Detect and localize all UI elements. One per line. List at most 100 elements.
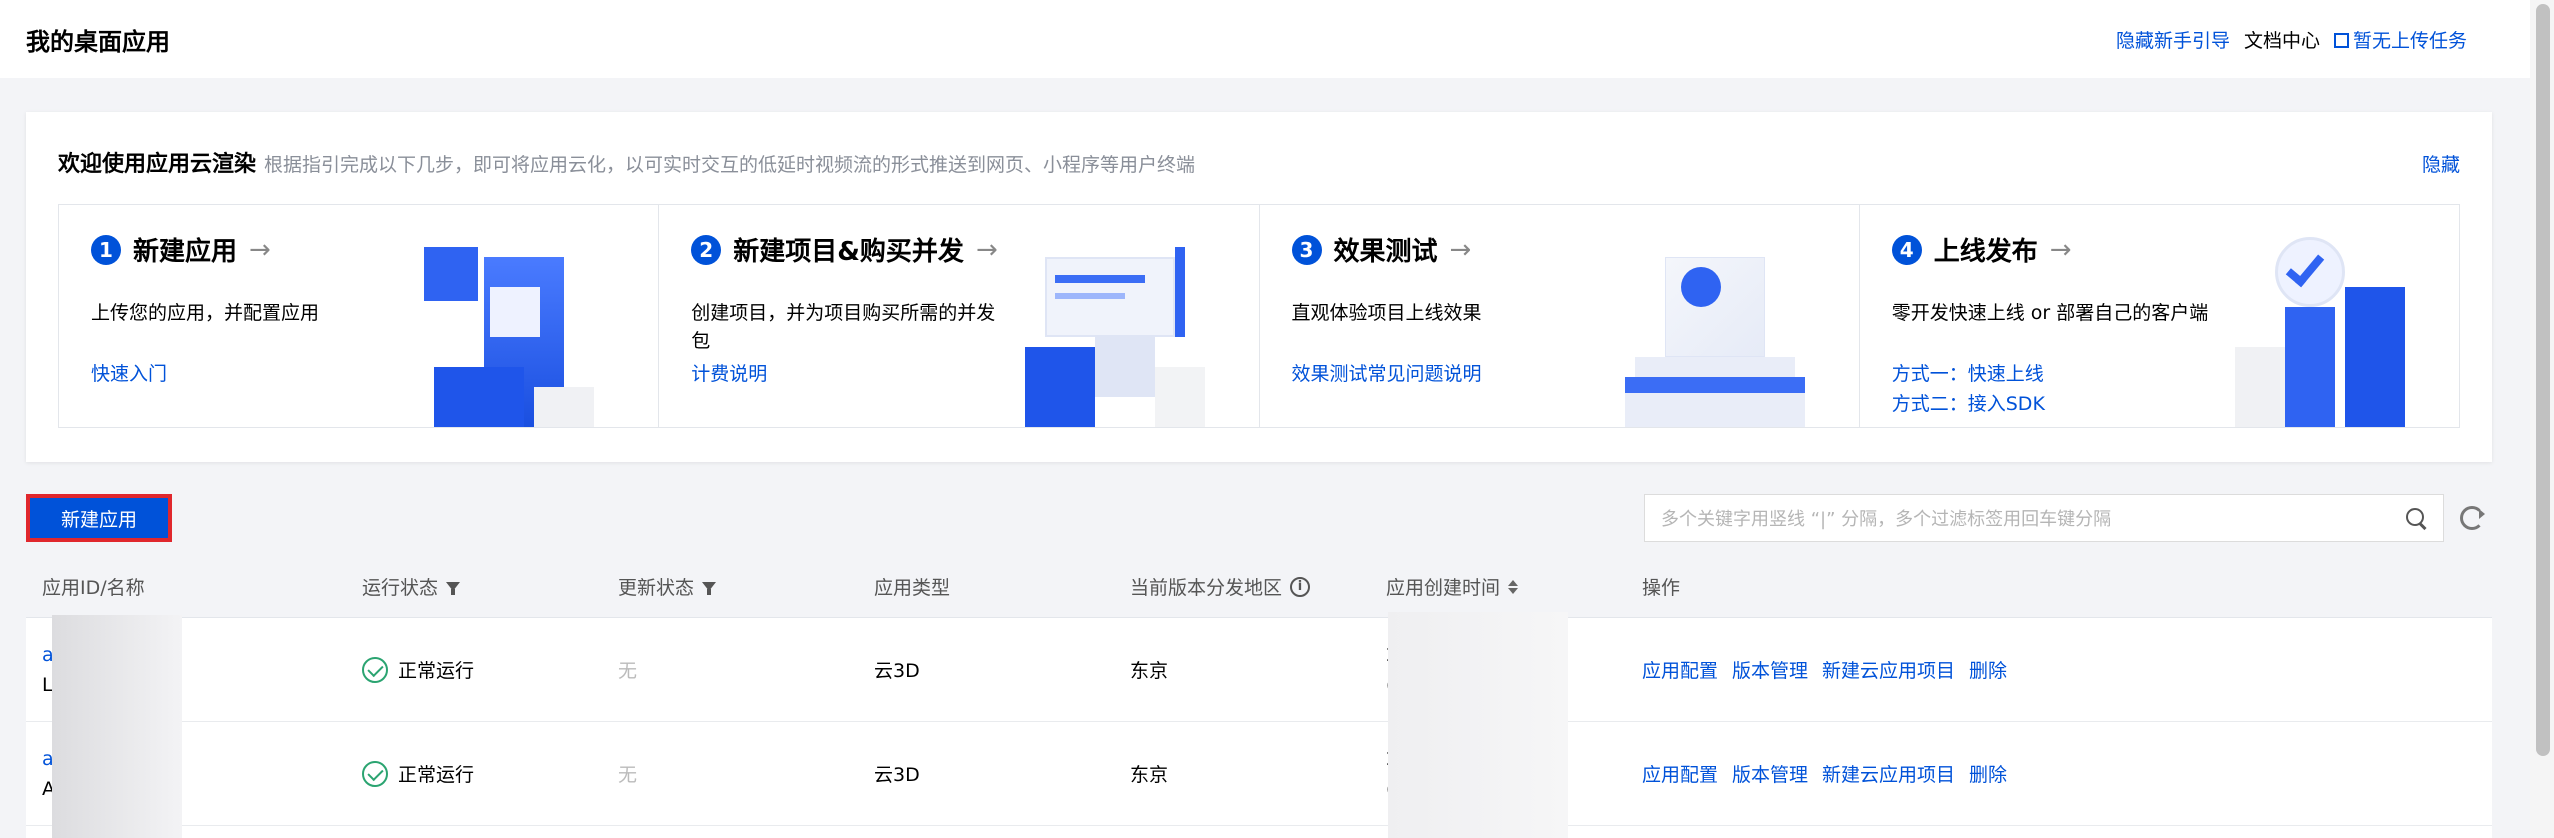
run-status-cell: 正常运行 (346, 760, 602, 787)
top-bar: 我的桌面应用 隐藏新手引导 文档中心 暂无上传任务 (0, 0, 2530, 78)
guide-title: 欢迎使用应用云渲染 (58, 152, 257, 177)
step-heading: 4 上线发布 → (1891, 231, 2072, 268)
sdk-link[interactable]: 方式二：接入SDK (1892, 389, 2045, 416)
step-number: 4 (1891, 234, 1922, 265)
docs-link[interactable]: 文档中心 (2244, 26, 2320, 53)
step-description: 上传您的应用，并配置应用 (91, 302, 320, 324)
app-id-cell: a L (26, 614, 346, 775)
actions-cell: 应用配置 版本管理 新建云应用项目 删除 (1626, 760, 2492, 787)
hide-guide-link[interactable]: 隐藏新手引导 (2116, 26, 2230, 53)
table-header: 应用ID/名称 运行状态 更新状态 应用类型 当前版本分发地区 i 应用创建时间 … (26, 556, 2492, 618)
run-status: 正常运行 (398, 660, 475, 682)
step-description: 零开发快速上线 or 部署自己的客户端 (1891, 302, 2209, 324)
arrow-right-icon: → (249, 234, 271, 265)
run-status-cell: 正常运行 (346, 656, 602, 683)
run-status: 正常运行 (398, 764, 475, 786)
step-title: 新建应用 (133, 237, 238, 267)
quick-start-link[interactable]: 快速入门 (91, 359, 167, 386)
page-title: 我的桌面应用 (26, 27, 170, 56)
step-title: 上线发布 (1933, 237, 2038, 267)
guide-step-4: 4 上线发布 → 零开发快速上线 or 部署自己的客户端 方式一：快速上线 方式… (1860, 205, 2459, 427)
create-app-button[interactable]: 新建应用 (26, 494, 172, 542)
col-label: 当前版本分发地区 (1130, 577, 1283, 599)
new-cloud-project-link[interactable]: 新建云应用项目 (1822, 760, 1955, 787)
app-type-cell: 云3D (874, 660, 920, 682)
redaction-mask (1388, 701, 1568, 838)
update-status-cell: 无 (618, 660, 638, 682)
step-number: 2 (691, 234, 722, 265)
search-box[interactable]: 多个关键字用竖线 “|” 分隔，多个过滤标签用回车键分隔 (1644, 494, 2444, 542)
update-status-cell: 无 (618, 764, 638, 786)
upload-tasks-label: 暂无上传任务 (2352, 29, 2467, 52)
step-number: 3 (1291, 234, 1322, 265)
col-label: 运行状态 (362, 577, 439, 599)
app-name: L (42, 673, 53, 696)
col-label: 应用类型 (874, 577, 951, 599)
guide-steps: 1 新建应用 → 上传您的应用，并配置应用 快速入门 2 新建项目&购买并发 →… (58, 204, 2460, 428)
step-heading: 3 效果测试 → (1291, 231, 1472, 268)
delete-link[interactable]: 删除 (1969, 656, 2007, 683)
scrollbar[interactable] (2530, 0, 2554, 838)
header-actions: 隐藏新手引导 文档中心 暂无上传任务 (2116, 26, 2467, 53)
step-heading: 1 新建应用 → (91, 231, 271, 268)
version-manage-link[interactable]: 版本管理 (1732, 656, 1808, 683)
col-label: 应用ID/名称 (42, 577, 145, 599)
app-config-link[interactable]: 应用配置 (1642, 760, 1718, 787)
step-number: 1 (91, 234, 121, 265)
apps-table: 应用ID/名称 运行状态 更新状态 应用类型 当前版本分发地区 i 应用创建时间 … (26, 556, 2492, 838)
refresh-icon[interactable] (2460, 506, 2485, 530)
col-label: 更新状态 (618, 577, 695, 599)
external-link-icon (2333, 32, 2349, 48)
step-description: 创建项目，并为项目购买所需的并发包 (691, 302, 996, 352)
arrow-right-icon: → (1449, 234, 1472, 265)
guide-step-1: 1 新建应用 → 上传您的应用，并配置应用 快速入门 (59, 205, 660, 427)
col-label: 应用创建时间 (1386, 577, 1501, 599)
col-header-run-status[interactable]: 运行状态 (346, 573, 602, 600)
app-config-link[interactable]: 应用配置 (1642, 656, 1718, 683)
col-header-region: 当前版本分发地区 i (1114, 573, 1370, 600)
arrow-right-icon: → (975, 234, 998, 265)
step-description: 直观体验项目上线效果 (1291, 302, 1482, 324)
col-header-app-id: 应用ID/名称 (26, 573, 346, 600)
col-header-app-type: 应用类型 (858, 573, 1114, 600)
search-input[interactable]: 多个关键字用竖线 “|” 分隔，多个过滤标签用回车键分隔 (1661, 505, 2405, 531)
col-header-actions: 操作 (1626, 573, 2492, 600)
arrow-right-icon: → (2049, 234, 2072, 265)
created-time-cell: 20 (U (1370, 611, 1626, 782)
col-header-update-status[interactable]: 更新状态 (602, 573, 858, 600)
check-circle-icon (362, 656, 388, 683)
guide-description: 根据指引完成以下几步，即可将应用云化，以可实时交互的低延时视频流的形式推送到网页… (264, 154, 1196, 176)
upload-tasks-link[interactable]: 暂无上传任务 (2333, 26, 2467, 53)
redaction-mask (52, 705, 182, 838)
created-time-cell: 20 (U (1370, 701, 1626, 838)
info-icon[interactable]: i (1290, 576, 1311, 597)
delete-link[interactable]: 删除 (1969, 760, 2007, 787)
actions-cell: 应用配置 版本管理 新建云应用项目 删除 (1626, 656, 2492, 683)
version-manage-link[interactable]: 版本管理 (1732, 760, 1808, 787)
col-header-created-time[interactable]: 应用创建时间 (1370, 573, 1626, 600)
sort-icon[interactable] (1508, 579, 1519, 594)
guide-step-3: 3 效果测试 → 直观体验项目上线效果 效果测试常见问题说明 (1260, 205, 1860, 427)
billing-link[interactable]: 计费说明 (691, 359, 767, 386)
check-circle-icon (362, 760, 388, 787)
app-id-cell: a A (26, 705, 346, 838)
app-type-cell: 云3D (874, 764, 920, 786)
step-title: 新建项目&购买并发 (733, 237, 964, 267)
scrollbar-thumb[interactable] (2536, 4, 2550, 756)
filter-icon[interactable] (702, 582, 717, 595)
guide-hide-link[interactable]: 隐藏 (2422, 150, 2460, 177)
region-cell: 东京 (1130, 660, 1169, 682)
table-row: a L 正常运行 无 云3D 东京 20 (U 应用配置 版本管理 新建云应用项… (26, 611, 2492, 782)
guide-step-2: 2 新建项目&购买并发 → 创建项目，并为项目购买所需的并发包 计费说明 (659, 205, 1260, 427)
getting-started-guide: 欢迎使用应用云渲染 根据指引完成以下几步，即可将应用云化，以可实时交互的低延时视… (26, 112, 2492, 462)
new-cloud-project-link[interactable]: 新建云应用项目 (1822, 656, 1955, 683)
region-cell: 东京 (1130, 764, 1169, 786)
table-row: a A 正常运行 无 云3D 东京 20 (U 应用配置 版本管理 新建云应用项… (26, 701, 2492, 838)
filter-icon[interactable] (446, 582, 461, 595)
search-icon[interactable] (2405, 507, 2427, 529)
step-title: 效果测试 (1333, 237, 1438, 267)
checkmark-illustration (2215, 227, 2415, 427)
gear-test-illustration (1615, 227, 1815, 427)
quick-launch-link[interactable]: 方式一：快速上线 (1892, 359, 2044, 386)
test-faq-link[interactable]: 效果测试常见问题说明 (1292, 359, 1482, 386)
